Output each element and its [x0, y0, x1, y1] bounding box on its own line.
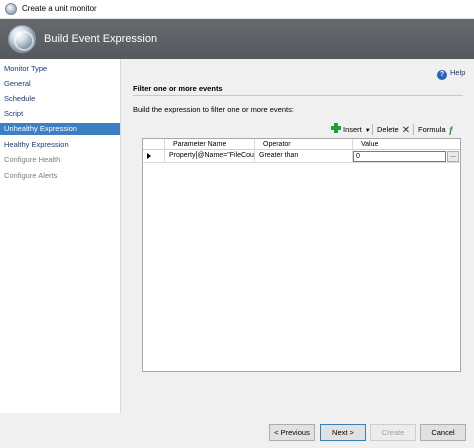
content-panel: ? Help Filter one or more events Build th… [121, 59, 474, 413]
help-label: Help [450, 68, 466, 77]
parameter-name-cell[interactable]: Property[@Name="FileCoun... [165, 150, 255, 162]
toolbar-separator [372, 124, 373, 135]
wizard-nav: Monitor Type General Schedule Script Unh… [0, 59, 121, 413]
column-header-operator[interactable]: Operator [255, 139, 353, 150]
delete-button[interactable]: Delete ✕ [377, 123, 410, 136]
row-arrow-icon [147, 153, 151, 159]
toolbar-separator [413, 124, 414, 135]
app-icon [5, 3, 17, 15]
window-title: Create a unit monitor [22, 4, 97, 13]
help-icon: ? [437, 70, 447, 80]
table-row[interactable]: Property[@Name="FileCoun... Greater than… [143, 150, 460, 163]
nav-footer [0, 413, 121, 448]
monitor-orb-icon [8, 25, 36, 53]
value-browse-button[interactable]: ... [447, 151, 459, 162]
page-heading: Build Event Expression [44, 33, 158, 45]
cancel-button[interactable]: Cancel [420, 424, 466, 441]
row-header-column [143, 139, 165, 150]
previous-button[interactable]: < Previous [269, 424, 315, 441]
section-divider [133, 95, 463, 96]
instruction-text: Build the expression to filter one or mo… [133, 105, 294, 114]
title-bar: Create a unit monitor [0, 0, 474, 19]
nav-item-configure-alerts[interactable]: Configure Alerts [0, 170, 120, 182]
nav-item-unhealthy-expression[interactable]: Unhealthy Expression [0, 123, 120, 135]
delete-x-icon: ✕ [401, 125, 411, 136]
column-header-value[interactable]: Value [353, 139, 460, 150]
nav-item-healthy-expression[interactable]: Healthy Expression [0, 139, 120, 151]
expression-toolbar: Insert ▼ Delete ✕ Formula ƒ [331, 123, 465, 136]
formula-label: Formula [418, 125, 446, 134]
operator-cell[interactable]: Greater than [255, 150, 353, 162]
nav-item-script[interactable]: Script [0, 108, 120, 120]
delete-label: Delete [377, 125, 399, 134]
formula-button[interactable]: Formula ƒ [418, 123, 454, 136]
insert-label: Insert [343, 125, 362, 134]
column-header-parameter-name[interactable]: Parameter Name [165, 139, 255, 150]
nav-item-monitor-type[interactable]: Monitor Type [0, 63, 120, 75]
wizard-footer: < Previous Next > Create Cancel [121, 413, 474, 448]
section-title: Filter one or more events [133, 84, 223, 93]
grid-header: Parameter Name Operator Value [143, 139, 460, 150]
help-link[interactable]: ? Help [437, 67, 466, 80]
insert-button[interactable]: Insert ▼ [331, 123, 371, 136]
create-button[interactable]: Create [370, 424, 416, 441]
next-button[interactable]: Next > [320, 424, 366, 441]
nav-item-schedule[interactable]: Schedule [0, 93, 120, 105]
plus-icon [331, 123, 341, 133]
row-selector[interactable] [143, 150, 165, 162]
formula-icon: ƒ [448, 125, 454, 135]
nav-item-general[interactable]: General [0, 78, 120, 90]
expression-grid: Parameter Name Operator Value Property[@… [142, 138, 461, 372]
caret-down-icon: ▼ [364, 128, 371, 134]
value-input[interactable]: 0 [353, 151, 446, 162]
header-banner: Build Event Expression [0, 19, 474, 59]
nav-item-configure-health[interactable]: Configure Health [0, 154, 120, 166]
